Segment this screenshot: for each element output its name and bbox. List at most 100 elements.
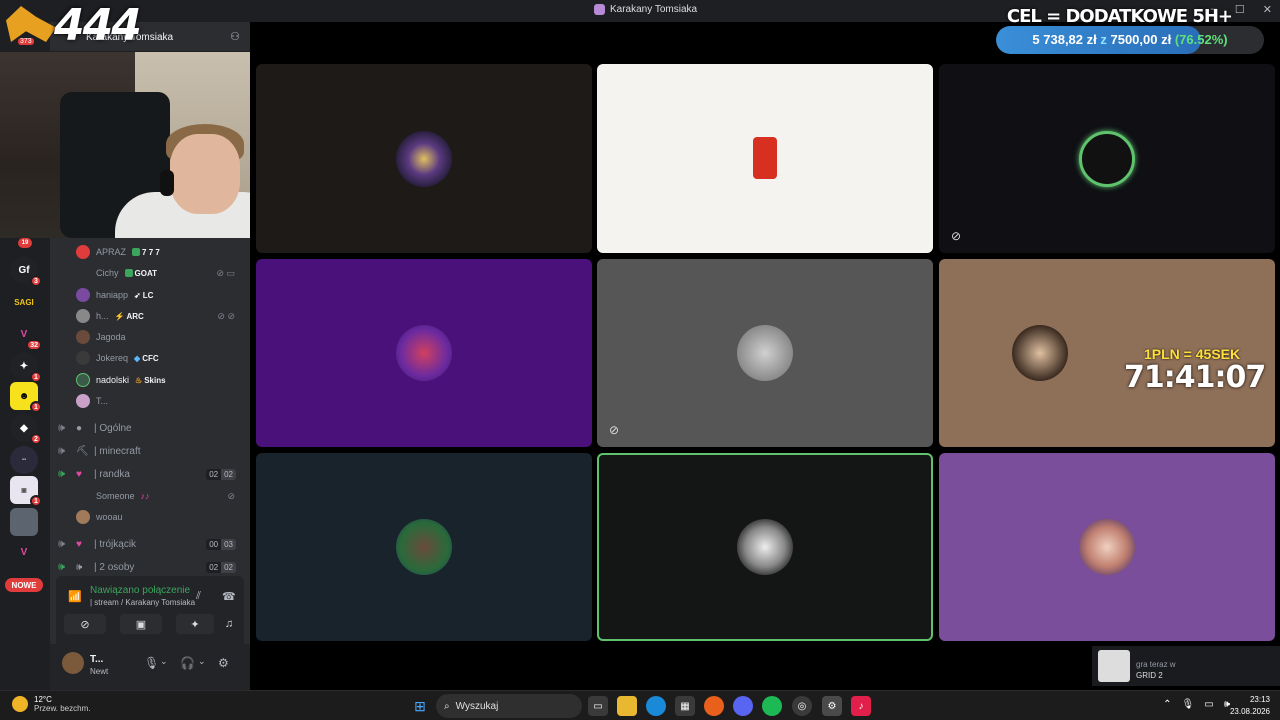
settings-icon[interactable]: ⚙ bbox=[822, 696, 842, 716]
user-limit: 03 bbox=[221, 538, 236, 550]
now-playing-game: GRID 2 bbox=[1136, 671, 1163, 680]
member-row[interactable]: T... bbox=[76, 392, 241, 410]
server-icon-7[interactable]: ▪▪ bbox=[10, 446, 38, 474]
diamond-icon: ◆ bbox=[134, 353, 141, 363]
logo-number: 444 bbox=[54, 0, 142, 51]
user-name[interactable]: T... bbox=[90, 654, 103, 665]
server-icon-10[interactable]: V bbox=[10, 538, 38, 566]
badge-count: 1 bbox=[30, 495, 42, 507]
member-row[interactable]: Jagoda bbox=[76, 328, 241, 346]
server-icon-9[interactable] bbox=[10, 508, 38, 536]
server-icon-5[interactable]: ☻ 1 bbox=[10, 382, 42, 413]
avatar bbox=[396, 130, 452, 187]
bolt-icon: ⚡ bbox=[114, 311, 125, 321]
voice-channel-ogolne[interactable]: 🕪 ● | Ogólne bbox=[58, 418, 242, 438]
video-tile[interactable] bbox=[939, 453, 1275, 641]
obs-icon[interactable]: ◎ bbox=[792, 696, 812, 716]
search-placeholder: Wyszukaj bbox=[455, 700, 499, 712]
game-thumbnail bbox=[1098, 650, 1130, 682]
taskbar-clock[interactable]: 23:13 23.08.2026 bbox=[1230, 694, 1270, 718]
member-row[interactable]: Cichy GOAT ⊘ ▭ bbox=[76, 264, 241, 282]
member-tag: ♨ Skins bbox=[135, 376, 166, 385]
close-icon[interactable]: ✕ bbox=[1263, 3, 1272, 16]
new-messages-pill[interactable]: NOWE bbox=[5, 578, 43, 592]
user-limit-counter: 00 03 bbox=[206, 538, 236, 550]
server-icon-v[interactable]: V 32 bbox=[10, 320, 42, 351]
member-name: h... bbox=[96, 311, 109, 321]
member-name: APRAZ bbox=[96, 247, 127, 257]
server-icon-4[interactable]: ✦ 1 bbox=[10, 352, 42, 383]
chevron-up-icon[interactable]: ⌃ bbox=[1163, 699, 1171, 710]
voice-channel-trojkacik[interactable]: 🕪 ♥ | trójkącik 00 03 bbox=[58, 534, 242, 554]
member-row[interactable]: h... ⚡ ARC ⊘ ⊘ bbox=[76, 307, 241, 325]
discord-icon[interactable] bbox=[733, 696, 753, 716]
disconnect-icon[interactable]: ☎ bbox=[222, 590, 236, 603]
video-tile[interactable]: ⊘ bbox=[597, 259, 933, 447]
screen-share-button[interactable]: ▣ bbox=[120, 614, 162, 634]
goal-target: 7500,00 zł bbox=[1110, 32, 1172, 47]
activities-button[interactable]: ✦ bbox=[176, 614, 214, 634]
add-member-icon[interactable]: ⚇ bbox=[230, 30, 240, 43]
firefox-icon[interactable] bbox=[704, 696, 724, 716]
window-title: Karakany Tomsiaka bbox=[594, 4, 697, 15]
server-icon-8[interactable]: ▣ 1 bbox=[10, 476, 42, 507]
server-icon-1[interactable]: Gf 3 bbox=[10, 256, 42, 287]
noise-suppression-icon[interactable]: ⫽ bbox=[196, 590, 201, 603]
tiktok-icon[interactable]: ♪ bbox=[851, 696, 871, 716]
server-icon-6[interactable]: ◆ 2 bbox=[10, 414, 42, 445]
rail-badge-top[interactable]: 19 bbox=[18, 238, 32, 248]
spotify-icon[interactable] bbox=[762, 696, 782, 716]
edge-icon[interactable] bbox=[646, 696, 666, 716]
member-row[interactable]: nadolski ♨ Skins bbox=[76, 371, 241, 389]
video-tile[interactable]: ⊘ bbox=[939, 64, 1275, 253]
member-row[interactable]: APRAZ 7 7 7 bbox=[76, 243, 241, 261]
member-row[interactable]: wooau bbox=[76, 508, 241, 526]
microphone-icon[interactable]: 🎙 bbox=[1182, 699, 1195, 710]
soundboard-button[interactable]: ♫ bbox=[218, 614, 240, 634]
video-tile[interactable] bbox=[256, 453, 592, 641]
file-explorer-icon[interactable] bbox=[617, 696, 637, 716]
windows-start-icon[interactable]: ⊞ bbox=[410, 696, 430, 716]
video-tile-speaking[interactable] bbox=[597, 453, 933, 641]
task-view-icon[interactable]: ▭ bbox=[588, 696, 608, 716]
chevron-down-icon[interactable]: ⌄ bbox=[198, 656, 206, 667]
tag-text: GOAT bbox=[134, 268, 158, 278]
member-row[interactable]: Jokereq ◆ CFC bbox=[76, 349, 241, 367]
voice-channel-randka[interactable]: 🕪 ♥ | randka 02 02 bbox=[58, 464, 242, 484]
taskbar-search[interactable]: ⌕ Wyszukaj bbox=[436, 694, 582, 718]
now-playing-card[interactable]: gra teraz w GRID 2 bbox=[1092, 646, 1280, 686]
camera-off-button[interactable]: ⊘ bbox=[64, 614, 106, 634]
now-playing-label: gra teraz w bbox=[1136, 660, 1176, 669]
chevron-down-icon[interactable]: ⌄ bbox=[160, 656, 168, 667]
member-row[interactable]: Someone ♪♪ ⊘ bbox=[76, 487, 241, 505]
user-limit-counter: 02 02 bbox=[206, 561, 236, 573]
headphones-icon[interactable]: 🎧 bbox=[180, 656, 195, 670]
network-icon[interactable]: ▭ bbox=[1204, 699, 1213, 710]
user-count: 00 bbox=[206, 538, 222, 550]
weather-temp: 12°C bbox=[34, 695, 52, 704]
gear-icon[interactable]: ⚙ bbox=[218, 656, 229, 670]
speaker-icon: 🕪 bbox=[58, 421, 65, 434]
video-tile[interactable] bbox=[256, 259, 592, 447]
speaker-icon: 🕪 bbox=[58, 467, 65, 480]
avatar bbox=[76, 489, 90, 503]
microphone-icon[interactable]: 🎙 bbox=[144, 656, 159, 670]
system-tray: ⌃ 🎙 ▭ 🕪 bbox=[1163, 699, 1230, 710]
user-limit-counter: 02 02 bbox=[206, 468, 236, 480]
server-icon-sagi[interactable]: SAGI bbox=[10, 288, 38, 316]
video-tile[interactable] bbox=[597, 64, 933, 253]
weather-widget[interactable]: 12°C Przew. bezchm. bbox=[12, 695, 90, 713]
store-icon[interactable]: ▦ bbox=[675, 696, 695, 716]
signal-icon: 📶 bbox=[68, 591, 82, 603]
tag-text: ARC bbox=[126, 311, 144, 321]
avatar[interactable] bbox=[62, 652, 84, 674]
search-icon: ⌕ bbox=[444, 700, 450, 712]
avatar bbox=[396, 325, 452, 381]
voice-channel-minecraft[interactable]: 🕪 ⛏ | minecraft bbox=[58, 441, 242, 461]
clock-date: 23.08.2026 bbox=[1229, 707, 1270, 716]
member-row[interactable]: haniapp ➶ LC bbox=[76, 286, 241, 304]
voice-channel-2-osoby[interactable]: 🕪 🕪 | 2 osoby 02 02 bbox=[58, 557, 242, 577]
voice-location[interactable]: | stream / Karakany Tomsiaka bbox=[90, 598, 195, 607]
video-tile[interactable] bbox=[256, 64, 592, 253]
goal-title: CEL = DODATKOWE 5H+ bbox=[1006, 6, 1233, 27]
